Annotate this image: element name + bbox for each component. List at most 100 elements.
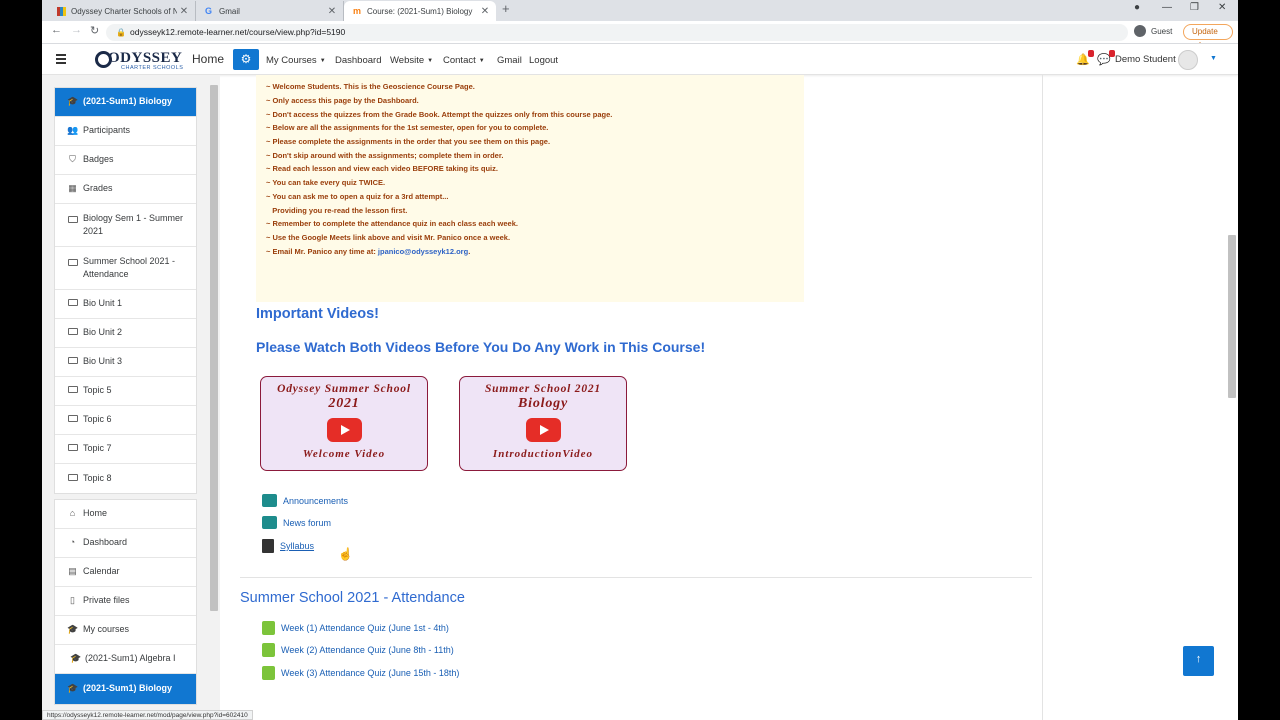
folder-icon xyxy=(67,355,78,369)
nav-my-courses[interactable]: My Courses ▼ xyxy=(266,55,326,66)
sidebar-item-topic-7[interactable]: Topic 7 xyxy=(55,435,196,464)
sidebar-item-participants[interactable]: 👥 Participants xyxy=(55,117,196,146)
odyssey-favicon-icon xyxy=(57,6,66,16)
welcome-line: ~ Please complete the assignments in the… xyxy=(266,137,551,146)
nav-logout[interactable]: Logout xyxy=(529,55,558,66)
calendar-icon: ▤ xyxy=(68,566,77,577)
url-input[interactable]: 🔒 odysseyk12.remote-learner.net/course/v… xyxy=(106,24,1128,41)
cog-icon[interactable]: ⚙ xyxy=(233,49,259,70)
close-icon[interactable]: ✕ xyxy=(177,6,191,17)
nav-gmail[interactable]: Gmail xyxy=(497,55,522,66)
email-link[interactable]: jpanico@odysseyk12.org xyxy=(378,247,468,256)
profile-icon xyxy=(1134,25,1146,37)
youtube-play-icon[interactable] xyxy=(327,418,362,442)
sidebar-item-course[interactable]: 🎓 (2021-Sum1) Biology xyxy=(55,88,196,117)
chevron-down-icon[interactable]: ▼ xyxy=(1210,55,1217,62)
user-name[interactable]: Demo Student xyxy=(1115,54,1176,65)
videos-heading: Important Videos! xyxy=(256,306,379,322)
odyssey-logo[interactable]: ODYSSEY CHARTER SCHOOLS xyxy=(95,48,191,72)
intro-video-card[interactable]: Summer School 2021 Biology IntroductionV… xyxy=(459,376,627,471)
welcome-line: ~ Read each lesson and view each video B… xyxy=(266,164,498,173)
close-icon[interactable]: ✕ xyxy=(478,6,492,17)
nav-website[interactable]: Website ▼ xyxy=(390,55,433,66)
lock-icon: 🔒 xyxy=(116,28,126,37)
users-icon: 👥 xyxy=(67,125,79,136)
browser-window: Odyssey Charter Schools of Neva ✕ G Gmai… xyxy=(42,0,1238,720)
avatar[interactable] xyxy=(1178,50,1198,70)
graduation-cap-icon: 🎓 xyxy=(67,624,79,635)
sidebar-item-grades[interactable]: ▦ Grades xyxy=(55,175,196,204)
course-content: ~ Welcome Students. This is the Geoscien… xyxy=(230,75,1042,720)
tab-gmail[interactable]: G Gmail ✕ xyxy=(196,1,344,21)
quiz-week-1[interactable]: Week (1) Attendance Quiz (June 1st - 4th… xyxy=(262,621,449,635)
messages-icon[interactable]: 💬 xyxy=(1097,50,1115,66)
shield-icon: ⛉ xyxy=(69,154,76,165)
sidebar-item-topic-5[interactable]: Topic 5 xyxy=(55,377,196,406)
hand-cursor-icon: ☝ xyxy=(338,547,353,561)
sidebar-item-topic-8[interactable]: Topic 8 xyxy=(55,464,196,493)
minimize-icon[interactable]: — xyxy=(1162,2,1172,13)
home-link[interactable]: Home xyxy=(192,52,224,66)
graduation-cap-icon: 🎓 xyxy=(70,653,82,664)
activity-news-forum[interactable]: News forum xyxy=(262,516,331,529)
sidebar-item-topic-6[interactable]: Topic 6 xyxy=(55,406,196,435)
sidebar-item-calendar[interactable]: ▤ Calendar xyxy=(55,558,196,587)
sidebar-item-section-1[interactable]: Biology Sem 1 - Summer 2021 xyxy=(55,204,196,247)
sidebar-item-bio-unit-1[interactable]: Bio Unit 1 xyxy=(55,290,196,319)
tab-odyssey[interactable]: Odyssey Charter Schools of Neva ✕ xyxy=(48,1,196,21)
site-navbar: ODYSSEY CHARTER SCHOOLS Home ⚙ My Course… xyxy=(42,44,1238,75)
sidebar-item-biology[interactable]: 🎓 (2021-Sum1) Biology xyxy=(55,674,196,704)
welcome-line: ~ Use the Google Meets link above and vi… xyxy=(266,233,511,242)
window-close-icon[interactable]: ✕ xyxy=(1218,2,1226,13)
sidebar-item-my-courses[interactable]: 🎓 My courses xyxy=(55,616,196,645)
page-scrollbar[interactable] xyxy=(1228,235,1236,398)
tab-search-icon[interactable]: ● xyxy=(1134,2,1140,13)
sidebar-item-badges[interactable]: ⛉ Badges xyxy=(55,146,196,175)
notification-bell-icon[interactable]: 🔔 xyxy=(1076,50,1094,66)
nav-drawer: 🎓 (2021-Sum1) Biology 👥 Participants ⛉ Badg… xyxy=(42,75,220,720)
folder-icon xyxy=(67,472,78,486)
dashboard-icon: ◔ xyxy=(69,537,76,548)
tab-course[interactable]: m Course: (2021-Sum1) Biology ✕ xyxy=(344,1,496,21)
reload-icon[interactable]: ↻ xyxy=(90,24,99,37)
section-title[interactable]: Summer School 2021 - Attendance xyxy=(240,590,465,606)
folder-icon xyxy=(67,442,78,456)
sidebar-item-algebra[interactable]: 🎓 (2021-Sum1) Algebra I xyxy=(55,645,196,674)
youtube-play-icon[interactable] xyxy=(526,418,561,442)
close-icon[interactable]: ✕ xyxy=(325,6,339,17)
sidebar-item-home[interactable]: ⌂ Home xyxy=(55,500,196,529)
nav-dashboard[interactable]: Dashboard xyxy=(335,55,381,66)
welcome-line: ~ Welcome Students. This is the Geoscien… xyxy=(266,82,475,91)
drawer-scrollbar[interactable] xyxy=(210,85,218,611)
activity-syllabus[interactable]: Syllabus xyxy=(262,539,314,553)
page-icon xyxy=(262,539,274,553)
hamburger-menu-icon[interactable] xyxy=(56,54,66,66)
update-button[interactable]: Update ⋮ xyxy=(1183,24,1233,50)
sidebar-item-bio-unit-2[interactable]: Bio Unit 2 xyxy=(55,319,196,348)
right-rail-divider xyxy=(1042,75,1043,720)
welcome-line: ~ Don't access the quizzes from the Grad… xyxy=(266,110,613,119)
forward-arrow-icon[interactable]: → xyxy=(71,24,82,36)
quiz-week-2[interactable]: Week (2) Attendance Quiz (June 8th - 11t… xyxy=(262,643,454,657)
restore-icon[interactable]: ❐ xyxy=(1190,2,1199,13)
welcome-email-line: ~ Email Mr. Panico any time at: jpanico@… xyxy=(266,247,471,256)
forum-icon xyxy=(262,494,277,507)
back-to-top-button[interactable] xyxy=(1183,646,1214,676)
new-tab-icon[interactable]: + xyxy=(502,1,510,16)
folder-icon xyxy=(67,384,78,398)
guest-profile-button[interactable]: Guest xyxy=(1134,25,1172,37)
welcome-line: ~ You can take every quiz TWICE. xyxy=(266,178,386,187)
activity-announcements[interactable]: Announcements xyxy=(262,494,348,507)
welcome-line: ~ You can ask me to open a quiz for a 3r… xyxy=(266,192,449,201)
sidebar-item-bio-unit-3[interactable]: Bio Unit 3 xyxy=(55,348,196,377)
folder-icon xyxy=(67,413,78,427)
welcome-video-card[interactable]: Odyssey Summer School 2021 Welcome Video xyxy=(260,376,428,471)
google-favicon-icon: G xyxy=(205,5,213,16)
quiz-week-3[interactable]: Week (3) Attendance Quiz (June 15th - 18… xyxy=(262,666,459,680)
sidebar-item-dashboard[interactable]: ◔ Dashboard xyxy=(55,529,196,558)
sidebar-item-attendance[interactable]: Summer School 2021 - Attendance xyxy=(55,247,196,290)
tab-bar: Odyssey Charter Schools of Neva ✕ G Gmai… xyxy=(42,0,1238,21)
sidebar-item-private-files[interactable]: ▯ Private files xyxy=(55,587,196,616)
nav-contact[interactable]: Contact ▼ xyxy=(443,55,485,66)
back-arrow-icon[interactable]: ← xyxy=(51,24,62,36)
